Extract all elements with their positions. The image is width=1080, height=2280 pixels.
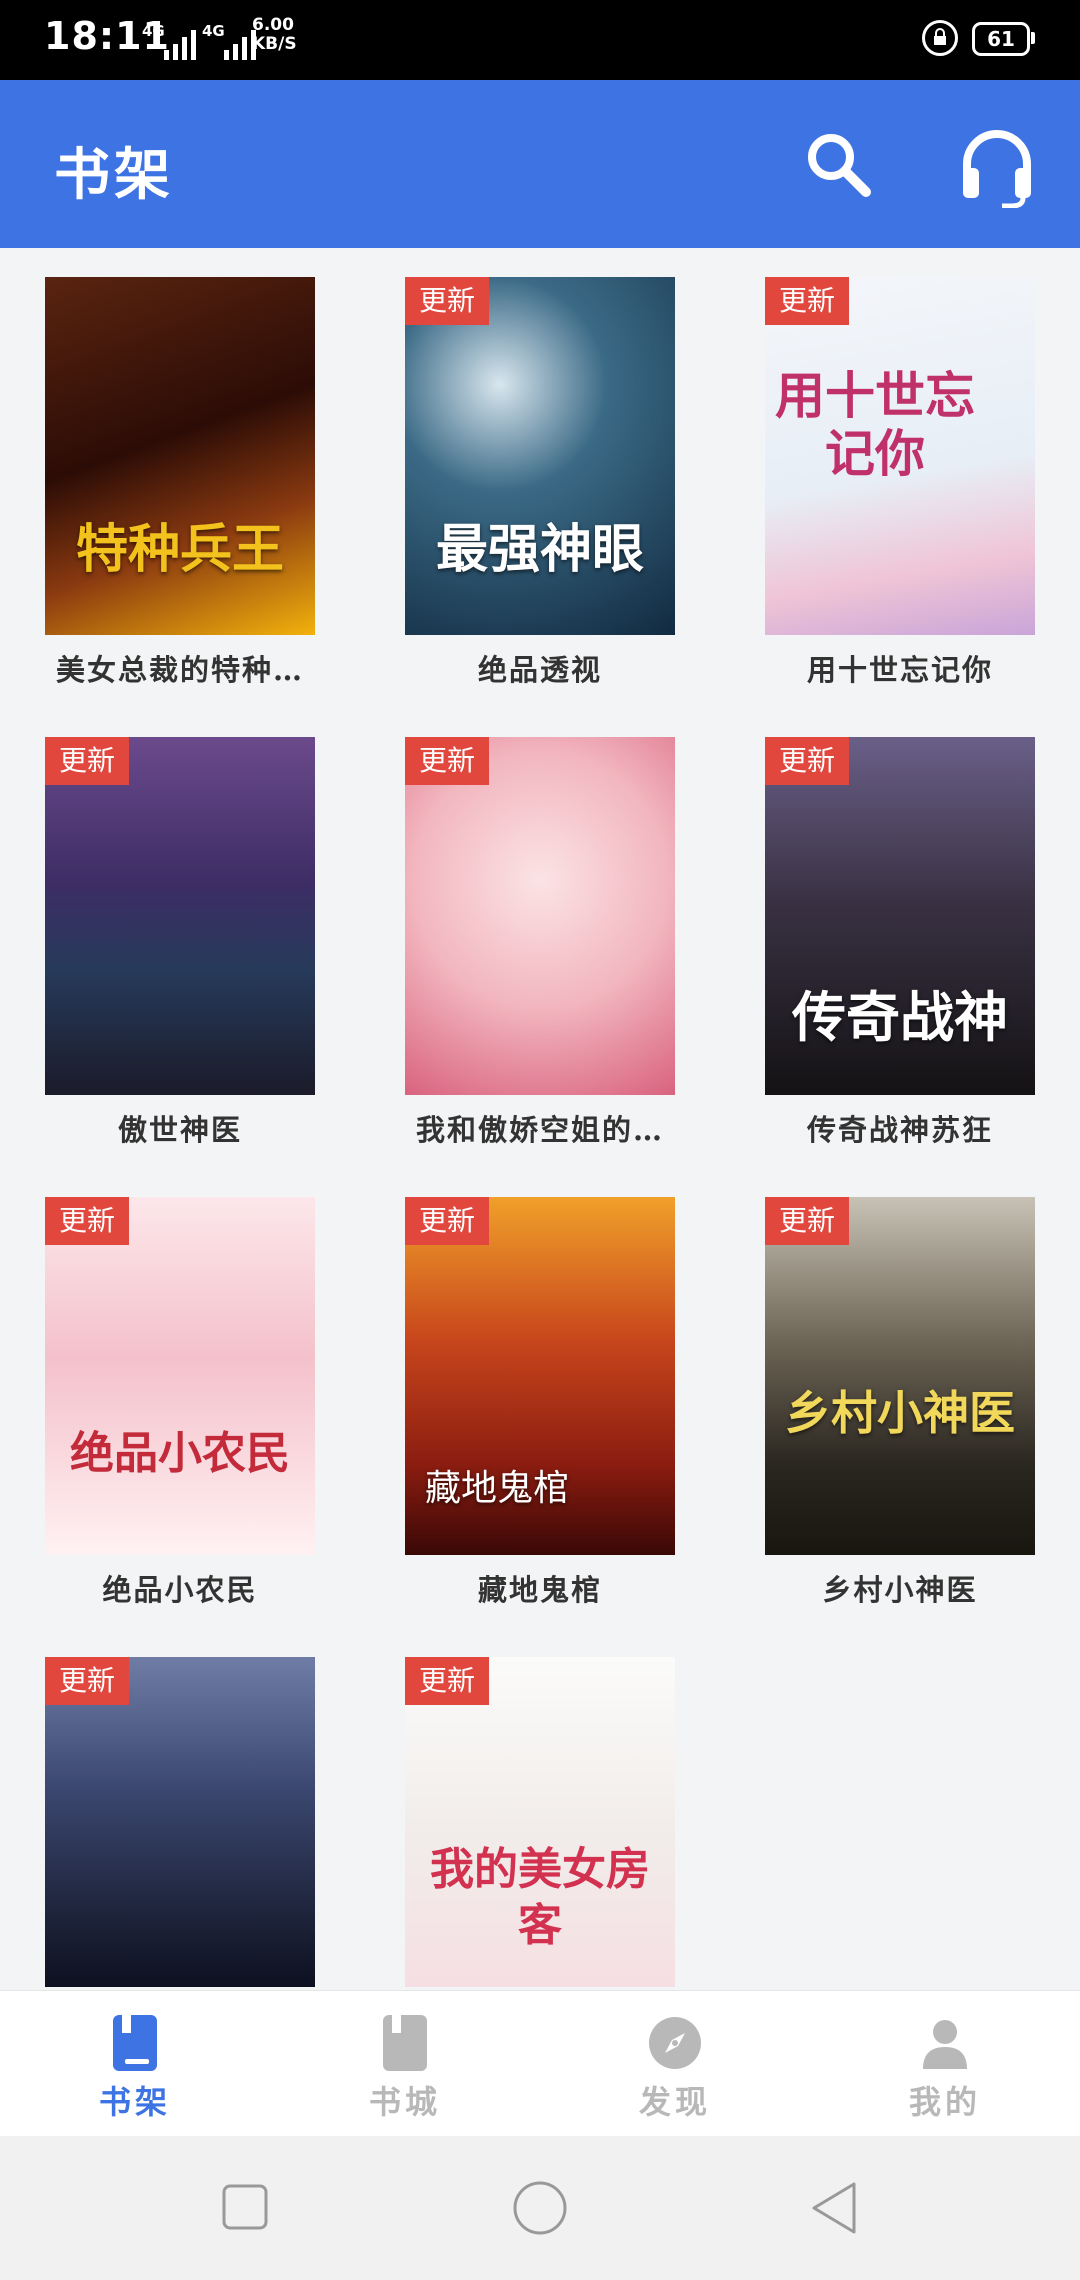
book-cover: 特种兵王: [45, 277, 315, 635]
cover-text: 藏地鬼棺: [425, 1468, 570, 1509]
bookshelf-icon: [113, 2015, 157, 2071]
network-type-label: 4G: [202, 22, 225, 40]
book-title: 乡村小神医: [822, 1573, 978, 1607]
back-icon[interactable]: [810, 2180, 858, 2236]
book-cover: 乡村小神医 更新: [765, 1197, 1035, 1555]
nav-label: 我的: [908, 2083, 981, 2121]
book-item[interactable]: 乡村小神医 更新 乡村小神医: [765, 1197, 1035, 1607]
signal-bars-icon: [164, 30, 196, 60]
book-cover: 最强神眼 更新: [405, 277, 675, 635]
book-cover: 藏地鬼棺 更新: [405, 1197, 675, 1555]
book-item[interactable]: 特种兵王 美女总裁的特种…: [45, 277, 315, 687]
book-title: 用十世忘记你: [806, 653, 993, 687]
battery-indicator: 61: [972, 22, 1030, 56]
nav-tab-discover[interactable]: 发现: [540, 1991, 810, 2137]
bookstore-icon: [383, 2015, 427, 2071]
book-item[interactable]: 更新 傲世神医: [45, 737, 315, 1147]
cover-text: 用十世忘记你: [775, 366, 975, 483]
book-item[interactable]: 更新 我和傲娇空姐的…: [405, 737, 675, 1147]
update-badge: 更新: [45, 737, 129, 785]
book-item[interactable]: 传奇战神 更新 传奇战神苏狂: [765, 737, 1035, 1147]
book-title: 绝品小农民: [102, 1573, 258, 1607]
book-cover: 更新: [45, 1657, 315, 1987]
person-icon: [923, 2020, 967, 2069]
nav-tab-bookshelf[interactable]: 书架: [0, 1991, 270, 2137]
rotation-lock-icon: [922, 20, 958, 56]
cover-text: 绝品小农民: [70, 1428, 290, 1479]
battery-tip: [1031, 32, 1035, 44]
book-item[interactable]: 绝品小农民 更新 绝品小农民: [45, 1197, 315, 1607]
update-badge: 更新: [405, 737, 489, 785]
book-item[interactable]: 藏地鬼棺 更新 藏地鬼棺: [405, 1197, 675, 1607]
page-title: 书架: [54, 142, 174, 208]
home-icon[interactable]: [512, 2180, 568, 2236]
book-title: 传奇战神苏狂: [806, 1113, 993, 1147]
book-item[interactable]: 最强神眼 更新 绝品透视: [405, 277, 675, 687]
bottom-navigation: 书架 书城 发现 我的: [0, 1990, 1080, 2137]
recent-apps-icon[interactable]: [222, 2184, 268, 2230]
network-speed-unit: KB/S: [252, 34, 297, 54]
cover-text: 我的美女房客: [430, 1844, 650, 1951]
cover-text: 特种兵王: [75, 519, 284, 580]
system-navigation-bar: [0, 2136, 1080, 2280]
nav-tab-profile[interactable]: 我的: [810, 1991, 1080, 2137]
search-button[interactable]: [800, 126, 878, 204]
book-title: 我和傲娇空姐的…: [415, 1113, 664, 1147]
network-speed-value: 6.00: [252, 15, 294, 35]
update-badge: 更新: [405, 277, 489, 325]
nav-label: 书架: [98, 2083, 171, 2121]
update-badge: 更新: [45, 1197, 129, 1245]
book-cover: 用十世忘记你 更新: [765, 277, 1035, 635]
nav-label: 发现: [638, 2083, 711, 2121]
update-badge: 更新: [405, 1657, 489, 1705]
book-cover: 我的美女房客 更新: [405, 1657, 675, 1987]
app-bar: 书架: [0, 80, 1080, 248]
listen-button[interactable]: [954, 122, 1040, 209]
update-badge: 更新: [45, 1657, 129, 1705]
book-title: 藏地鬼棺: [477, 1573, 602, 1607]
cover-text: 传奇战神: [792, 985, 1008, 1049]
book-item[interactable]: 用十世忘记你 更新 用十世忘记你: [765, 277, 1035, 687]
cover-text: 乡村小神医: [785, 1386, 1015, 1440]
book-cover: 更新: [405, 737, 675, 1095]
network-type-label: 4G: [142, 22, 165, 40]
cover-text: 最强神眼: [435, 519, 644, 580]
book-title: 美女总裁的特种…: [55, 653, 304, 687]
nav-tab-bookstore[interactable]: 书城: [270, 1991, 540, 2137]
nav-label: 书城: [368, 2083, 441, 2121]
update-badge: 更新: [765, 737, 849, 785]
headphones-icon: [963, 130, 1031, 209]
status-bar: 18:11 4G 4G 6.00 KB/S 61: [0, 0, 1080, 80]
update-badge: 更新: [765, 1197, 849, 1245]
book-cover: 更新: [45, 737, 315, 1095]
update-badge: 更新: [765, 277, 849, 325]
network-speed: 6.00 KB/S: [252, 16, 297, 54]
book-title: 绝品透视: [477, 653, 602, 687]
book-title: 傲世神医: [117, 1113, 242, 1147]
book-cover: 绝品小农民 更新: [45, 1197, 315, 1555]
search-icon: [808, 134, 871, 197]
book-cover: 传奇战神 更新: [765, 737, 1035, 1095]
compass-icon: [649, 2017, 701, 2069]
update-badge: 更新: [405, 1197, 489, 1245]
